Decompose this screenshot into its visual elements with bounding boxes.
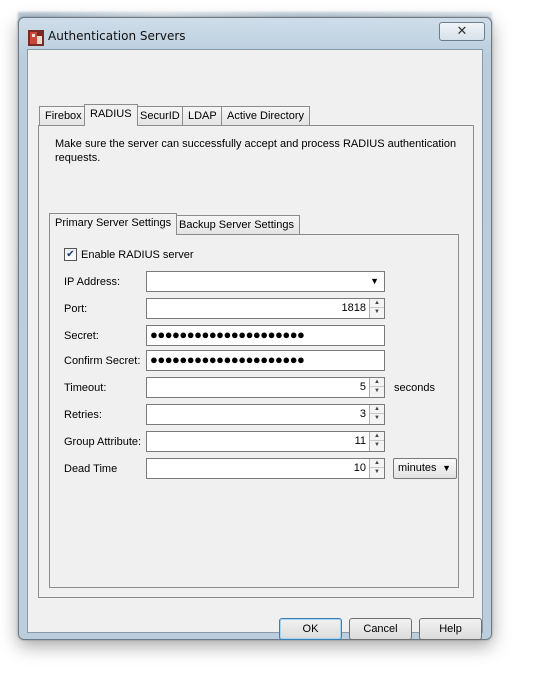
ok-button[interactable]: OK	[279, 618, 342, 640]
window-title: Authentication Servers	[48, 29, 186, 43]
secret-label: Secret:	[64, 330, 99, 342]
tab-label: RADIUS	[90, 108, 132, 120]
spin-down-icon[interactable]: ▼	[370, 308, 384, 317]
primary-server-settings-panel: ✔ Enable RADIUS server IP Address: ▼ Por…	[49, 234, 459, 588]
tab-firebox[interactable]: Firebox	[39, 106, 88, 126]
spin-down-icon[interactable]: ▼	[370, 441, 384, 450]
timeout-spin-buttons[interactable]: ▲ ▼	[369, 378, 384, 397]
dead-time-unit-value: minutes	[398, 462, 437, 474]
spin-down-icon[interactable]: ▼	[370, 387, 384, 396]
checkmark-icon: ✔	[66, 249, 75, 260]
tab-backup-server-settings[interactable]: Backup Server Settings	[173, 215, 300, 235]
tab-radius[interactable]: RADIUS	[84, 104, 138, 126]
dead-time-label: Dead Time	[64, 463, 118, 475]
retries-label: Retries:	[64, 409, 102, 421]
dead-time-spinner[interactable]: 10 ▲ ▼	[146, 458, 385, 479]
secret-password-field[interactable]: ●●●●●●●●●●●●●●●●●●●●●	[146, 325, 385, 346]
port-spin-buttons[interactable]: ▲ ▼	[369, 299, 384, 318]
dialog-client-area: Firebox RADIUS SecurID LDAP Active Direc…	[27, 49, 483, 640]
app-icon	[28, 30, 44, 46]
tab-label: Active Directory	[227, 110, 305, 122]
spin-up-icon[interactable]: ▲	[370, 299, 384, 308]
timeout-label: Timeout:	[64, 382, 107, 394]
group-attribute-label: Group Attribute:	[64, 436, 142, 448]
spin-up-icon[interactable]: ▲	[370, 378, 384, 387]
group-attribute-spin-buttons[interactable]: ▲ ▼	[369, 432, 384, 451]
dropdown-arrow-icon[interactable]: ▼	[370, 276, 379, 286]
tab-securid[interactable]: SecurID	[134, 106, 186, 126]
tab-label: SecurID	[140, 110, 180, 122]
ip-address-label: IP Address:	[64, 276, 121, 288]
tab-label: Backup Server Settings	[179, 219, 294, 231]
spin-down-icon[interactable]: ▼	[370, 414, 384, 423]
tab-label: Firebox	[45, 110, 82, 122]
group-attribute-value: 11	[354, 435, 366, 447]
tab-label: LDAP	[188, 110, 217, 122]
dead-time-unit-select[interactable]: minutes ▼	[393, 458, 457, 479]
enable-radius-label: Enable RADIUS server	[81, 249, 194, 261]
enable-radius-checkbox[interactable]: ✔	[64, 248, 77, 261]
spin-up-icon[interactable]: ▲	[370, 405, 384, 414]
port-label: Port:	[64, 303, 88, 315]
dead-time-value: 10	[353, 462, 366, 474]
secret-value: ●●●●●●●●●●●●●●●●●●●●●	[150, 327, 305, 342]
spin-down-icon[interactable]: ▼	[370, 468, 384, 477]
tab-label: Primary Server Settings	[55, 217, 172, 229]
spin-up-icon[interactable]: ▲	[370, 432, 384, 441]
authentication-servers-dialog: Authentication Servers ✕ Firebox RADIUS …	[18, 17, 492, 640]
timeout-spinner[interactable]: 5 ▲ ▼	[146, 377, 385, 398]
close-icon: ✕	[456, 23, 468, 38]
retries-value: 3	[359, 408, 366, 420]
port-value: 1818	[341, 302, 366, 314]
timeout-value: 5	[359, 381, 366, 393]
title-bar[interactable]: Authentication Servers ✕	[19, 18, 491, 50]
group-attribute-spinner[interactable]: 11 ▲ ▼	[146, 431, 385, 452]
confirm-secret-label: Confirm Secret:	[64, 355, 141, 367]
tab-ldap[interactable]: LDAP	[182, 106, 223, 126]
retries-spinner[interactable]: 3 ▲ ▼	[146, 404, 385, 425]
ip-address-combobox[interactable]: ▼	[146, 271, 385, 292]
spin-up-icon[interactable]: ▲	[370, 459, 384, 468]
tab-primary-server-settings[interactable]: Primary Server Settings	[49, 213, 178, 235]
radius-tab-panel: Make sure the server can successfully ac…	[38, 125, 474, 598]
retries-spin-buttons[interactable]: ▲ ▼	[369, 405, 384, 424]
confirm-secret-password-field[interactable]: ●●●●●●●●●●●●●●●●●●●●●	[146, 350, 385, 371]
tab-active-directory[interactable]: Active Directory	[221, 106, 311, 126]
help-button[interactable]: Help	[419, 618, 482, 640]
port-spinner[interactable]: 1818 ▲ ▼	[146, 298, 385, 319]
description-text: Make sure the server can successfully ac…	[55, 138, 457, 164]
timeout-unit-label: seconds	[394, 382, 435, 394]
confirm-secret-value: ●●●●●●●●●●●●●●●●●●●●●	[150, 352, 305, 367]
cancel-button[interactable]: Cancel	[349, 618, 412, 640]
dead-time-spin-buttons[interactable]: ▲ ▼	[369, 459, 384, 478]
close-button[interactable]: ✕	[439, 22, 485, 41]
dropdown-arrow-icon[interactable]: ▼	[442, 463, 451, 473]
